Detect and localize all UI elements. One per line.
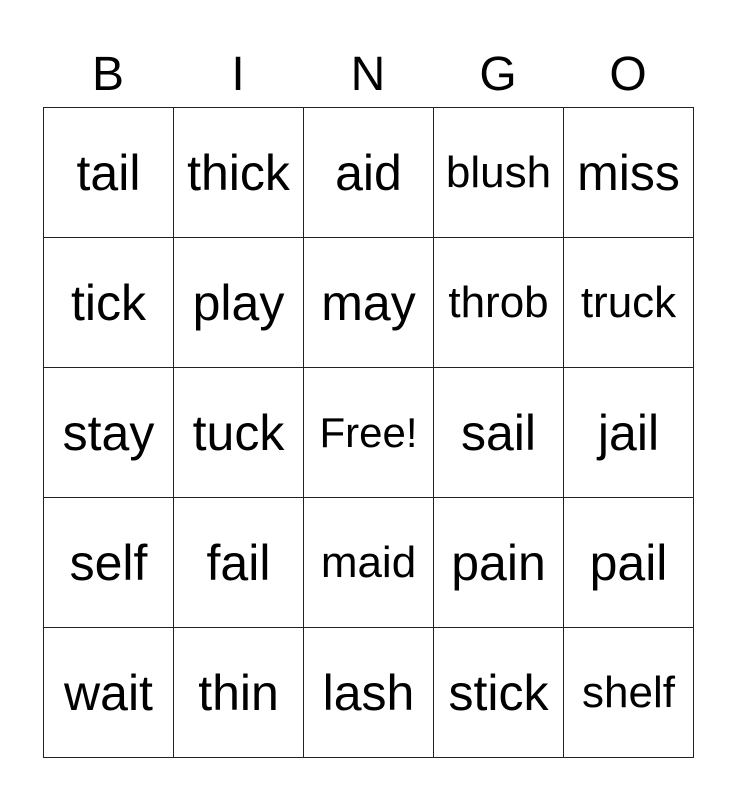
bingo-grid: tail thick aid blush miss tick play may … <box>43 107 694 758</box>
bingo-cell: blush <box>433 107 564 238</box>
bingo-cell: stick <box>433 627 564 758</box>
bingo-cell: tuck <box>173 367 304 498</box>
bingo-cell: fail <box>173 497 304 628</box>
header-letter-g: G <box>479 48 517 101</box>
header-letter-o: O <box>609 48 647 101</box>
grid-row: stay tuck Free! sail jail <box>43 367 694 498</box>
bingo-cell: stay <box>43 367 174 498</box>
bingo-cell: thick <box>173 107 304 238</box>
header-letter-n: N <box>350 48 386 101</box>
header-letter-i: I <box>231 48 245 101</box>
grid-row: wait thin lash stick shelf <box>43 627 694 758</box>
bingo-cell: maid <box>303 497 434 628</box>
free-space-cell: Free! <box>303 367 434 498</box>
bingo-cell: pail <box>563 497 694 628</box>
bingo-cell: play <box>173 237 304 368</box>
bingo-cell: throb <box>433 237 564 368</box>
bingo-cell: tick <box>43 237 174 368</box>
bingo-cell: pain <box>433 497 564 628</box>
grid-row: tick play may throb truck <box>43 237 694 368</box>
header-letter-b: B <box>91 48 124 101</box>
bingo-cell: may <box>303 237 434 368</box>
bingo-cell: aid <box>303 107 434 238</box>
bingo-header: B I N G O <box>43 44 693 106</box>
bingo-cell: self <box>43 497 174 628</box>
bingo-cell: wait <box>43 627 174 758</box>
bingo-cell: shelf <box>563 627 694 758</box>
bingo-cell: truck <box>563 237 694 368</box>
bingo-cell: lash <box>303 627 434 758</box>
bingo-cell: miss <box>563 107 694 238</box>
bingo-cell: jail <box>563 367 694 498</box>
bingo-cell: sail <box>433 367 564 498</box>
grid-row: self fail maid pain pail <box>43 497 694 628</box>
bingo-cell: thin <box>173 627 304 758</box>
grid-row: tail thick aid blush miss <box>43 107 694 238</box>
bingo-cell: tail <box>43 107 174 238</box>
